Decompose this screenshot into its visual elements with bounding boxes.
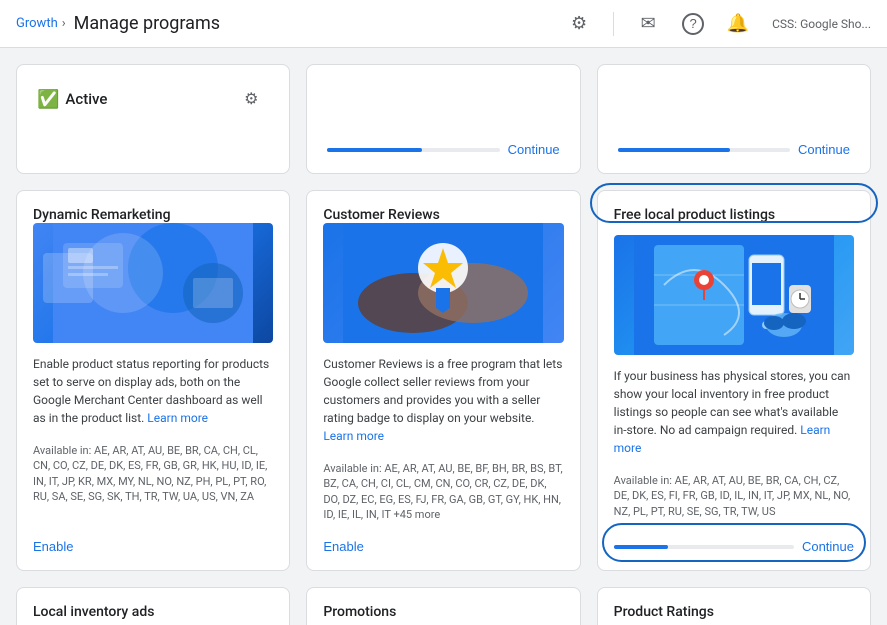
help-icon: ? [690, 16, 697, 31]
local-continue-button[interactable]: Continue [802, 539, 854, 554]
active-gear-button[interactable]: ⚙ [233, 81, 269, 117]
remarketing-description: Enable product status reporting for prod… [33, 355, 273, 427]
page-title: Manage programs [74, 13, 220, 34]
divider-1 [613, 12, 614, 36]
reviews-learn-more[interactable]: Learn more [323, 429, 384, 443]
reviews-available: Available in: AE, AR, AT, AU, BE, BF, BH… [323, 461, 563, 527]
local-description: If your business has physical stores, yo… [614, 367, 854, 457]
breadcrumb: Growth › [16, 16, 66, 31]
active-label: Active [65, 90, 107, 108]
top-bar-right: ⚙ ✉ ? 🔔 CSS: Google Sho... [561, 6, 871, 42]
local-progress-bar [614, 545, 794, 549]
card-product-ratings: Product Ratings [597, 587, 871, 625]
active-status: ✅ Active [37, 89, 107, 110]
progress-bar-container-2: Continue [618, 142, 850, 157]
card-local-inventory-ads: Local inventory ads [16, 587, 290, 625]
progress-bar-container-1: Continue [327, 142, 559, 157]
local-ads-title: Local inventory ads [33, 604, 273, 620]
local-card-bottom: Continue [614, 531, 854, 554]
continue-button-1[interactable]: Continue [508, 142, 560, 157]
progress-bar-1 [327, 148, 499, 152]
top-card-progress-1: Continue [306, 64, 580, 174]
reviews-enable-button[interactable]: Enable [323, 539, 563, 554]
notification-button[interactable]: 🔔 [720, 6, 756, 42]
content: ✅ Active ⚙ Continue Continue [0, 48, 887, 625]
progress-bar-2 [618, 148, 790, 152]
top-bar: Growth › Manage programs ⚙ ✉ ? 🔔 CSS: Go… [0, 0, 887, 48]
breadcrumb-separator: › [62, 16, 66, 31]
local-available: Available in: AE, AR, AT, AU, BE, BR, CA… [614, 473, 854, 519]
top-cards: ✅ Active ⚙ Continue Continue [16, 64, 871, 174]
card-customer-reviews: Customer Reviews Customer Reviews is a f… [306, 190, 580, 571]
mail-button[interactable]: ✉ [630, 6, 666, 42]
remarketing-title: Dynamic Remarketing [33, 207, 273, 223]
active-checkmark: ✅ [37, 89, 59, 110]
cards-section: Dynamic Remarketing Enable product statu… [16, 190, 871, 571]
card-free-local: Free local product listings [597, 190, 871, 571]
progress-fill-2 [618, 148, 730, 152]
continue-button-2[interactable]: Continue [798, 142, 850, 157]
notification-icon: 🔔 [727, 13, 749, 34]
gear-icon: ⚙ [571, 13, 587, 34]
top-bar-left: Growth › Manage programs [16, 13, 220, 34]
local-title: Free local product listings [614, 207, 854, 223]
reviews-title: Customer Reviews [323, 207, 563, 223]
breadcrumb-growth-link[interactable]: Growth [16, 16, 58, 31]
local-img [614, 235, 854, 355]
product-ratings-title: Product Ratings [614, 604, 854, 620]
active-header: ✅ Active ⚙ [37, 81, 269, 117]
top-card-active: ✅ Active ⚙ [16, 64, 290, 174]
remarketing-available: Available in: AE, AR, AT, AU, BE, BR, CA… [33, 443, 273, 527]
card-promotions: Promotions [306, 587, 580, 625]
mail-icon: ✉ [641, 13, 656, 34]
remarketing-learn-more[interactable]: Learn more [147, 411, 208, 425]
gear-button[interactable]: ⚙ [561, 6, 597, 42]
remarketing-enable-button[interactable]: Enable [33, 539, 273, 554]
reviews-description: Customer Reviews is a free program that … [323, 355, 563, 445]
top-card-progress-2: Continue [597, 64, 871, 174]
local-progress-container: Continue [614, 539, 854, 554]
remarketing-img [33, 223, 273, 343]
help-button[interactable]: ? [682, 13, 704, 35]
bottom-cards: Local inventory ads Promotions Product R… [16, 587, 871, 625]
card-dynamic-remarketing: Dynamic Remarketing Enable product statu… [16, 190, 290, 571]
progress-fill-1 [327, 148, 422, 152]
promotions-title: Promotions [323, 604, 563, 620]
reviews-img [323, 223, 563, 343]
css-label: CSS: Google Sho... [772, 17, 871, 31]
local-progress-fill [614, 545, 668, 549]
